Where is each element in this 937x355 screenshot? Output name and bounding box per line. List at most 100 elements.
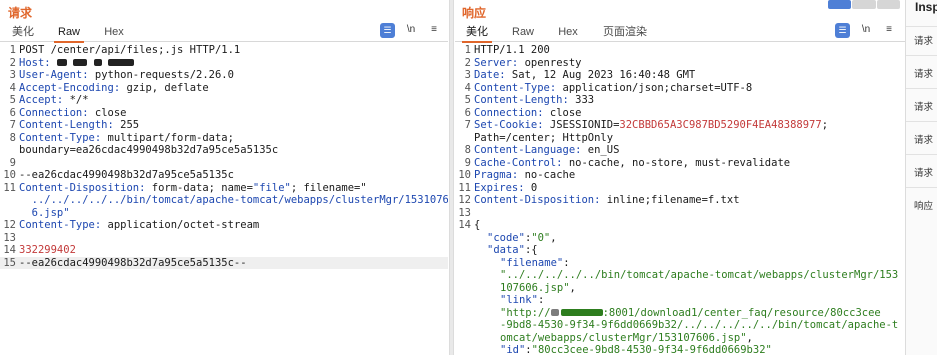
- code-line: 9: [0, 157, 448, 170]
- code-line: 4 Content-Type: application/json;charset=…: [455, 82, 905, 95]
- code-line: Path=/center; HttpOnly: [455, 132, 905, 145]
- code-text: --ea26cdac4990498b32d7a95ce5a5135c--: [19, 256, 247, 269]
- header-name: Connection:: [474, 106, 544, 119]
- response-pane: 响应 美化 Raw Hex 页面渲染 ☰ \n ≡ 1 HTTP/1.1 200 2…: [455, 0, 905, 355]
- header-name: Content-Type:: [19, 219, 102, 231]
- header-value: no-cache, no-store, must-revalidate: [562, 156, 791, 169]
- header-name: Content-Length:: [19, 119, 114, 131]
- line-number: 11: [458, 181, 471, 194]
- json-string: 107606.jsp": [500, 281, 570, 294]
- code-line: "data":{: [455, 244, 905, 257]
- request-editor[interactable]: 1 POST /center/api/files;.js HTTP/1.1 2 Hos…: [0, 44, 448, 269]
- redacted-ip: [550, 307, 603, 319]
- code-text: 332299402: [19, 244, 76, 256]
- inspector-item[interactable]: 请求: [914, 66, 933, 80]
- code-line: 1 HTTP/1.1 200: [455, 44, 905, 57]
- header-value: close: [88, 106, 127, 119]
- response-editor[interactable]: 1 HTTP/1.1 200 2 Server: openresty 3 Date: Sa…: [455, 44, 905, 355]
- code-line: "link":: [455, 294, 905, 307]
- code-text: POST /center/api/files;.js HTTP/1.1: [19, 44, 241, 56]
- tab-request-raw[interactable]: Raw: [54, 24, 84, 43]
- json-key: "id": [500, 344, 526, 355]
- json-string: "../../../../../bin/tomcat/apache-tomcat…: [500, 269, 899, 281]
- code-line: 4 Accept-Encoding: gzip, deflate: [0, 82, 448, 95]
- code-line: 2 Host:: [0, 57, 448, 70]
- header-name: Content-Type:: [19, 131, 102, 144]
- line-number: 11: [3, 181, 16, 194]
- message-icon[interactable]: ☰: [380, 23, 395, 38]
- layout-split-icon[interactable]: [828, 0, 852, 9]
- header-value: no-cache: [518, 169, 576, 181]
- layout-toggle[interactable]: [828, 0, 900, 9]
- punct: :: [563, 256, 570, 269]
- json-value: "80cc3cee-9bd8-4530-9f34-9f6dd0669b32": [531, 344, 772, 355]
- code-text: --ea26cdac4990498b32d7a95ce5a5135c: [19, 169, 234, 181]
- line-number: 2: [464, 56, 471, 69]
- inspector-item[interactable]: 响应: [914, 198, 933, 212]
- pane-divider[interactable]: [449, 0, 454, 355]
- code-line: ../../../../../bin/tomcat/apache-tomcat/…: [0, 194, 448, 207]
- code-line: omcat/webapps/clusterMgr/153107606.jsp",: [455, 332, 905, 345]
- tab-request-pretty[interactable]: 美化: [12, 24, 34, 42]
- code-line: 15 --ea26cdac4990498b32d7a95ce5a5135c--: [0, 256, 448, 269]
- json-value: "0": [531, 231, 551, 244]
- code-line: 8 Content-Type: multipart/form-data;: [0, 132, 448, 145]
- line-number: 8: [464, 144, 471, 156]
- header-value: 333: [568, 94, 595, 106]
- line-number: 15: [3, 256, 16, 269]
- header-value: inline;filename=f.txt: [600, 194, 740, 206]
- json-key: "data": [487, 244, 525, 256]
- tab-response-raw[interactable]: Raw: [512, 24, 534, 42]
- header-name: Content-Length:: [474, 94, 569, 106]
- header-value: JSESSIONID=: [543, 119, 620, 131]
- inspector-item[interactable]: 请求: [914, 165, 933, 179]
- redacted-host: [51, 57, 134, 69]
- code-line: 9 Cache-Control: no-cache, no-store, must…: [455, 157, 905, 170]
- code-line: 5 Accept: */*: [0, 94, 448, 107]
- header-name: Cache-Control:: [474, 156, 563, 169]
- code-text: boundary=ea26cdac4990498b32d7a95ce5a5135…: [19, 144, 279, 156]
- code-line: 11 Expires: 0: [455, 182, 905, 195]
- layout-horizontal-icon[interactable]: [852, 0, 876, 9]
- line-number: 13: [3, 231, 16, 244]
- code-line: 1 POST /center/api/files;.js HTTP/1.1: [0, 44, 448, 57]
- line-number: 12: [458, 194, 471, 206]
- line-number: 1: [464, 44, 471, 56]
- header-name: Date:: [474, 69, 506, 81]
- message-icon[interactable]: ☰: [835, 23, 850, 38]
- code-line: 11 Content-Disposition: form-data; name="…: [0, 182, 448, 195]
- punct: ,: [569, 281, 576, 294]
- json-key: "filename": [500, 256, 564, 269]
- punct: :: [537, 294, 545, 306]
- layout-single-icon[interactable]: [876, 0, 900, 9]
- code-line: 6.jsp": [0, 207, 448, 220]
- code-text: HTTP/1.1 200: [474, 44, 550, 56]
- menu-icon[interactable]: ≡: [428, 23, 440, 38]
- inspector-item[interactable]: 请求: [914, 99, 933, 113]
- header-name: Set-Cookie:: [474, 119, 544, 131]
- code-line: 8 Content-Language: en_US: [455, 144, 905, 157]
- code-line: 3 User-Agent: python-requests/2.26.0: [0, 69, 448, 82]
- tab-response-hex[interactable]: Hex: [557, 24, 579, 42]
- inspector-item[interactable]: 请求: [914, 132, 933, 146]
- header-name: Host:: [19, 56, 51, 69]
- inspector-title: Insp: [915, 0, 937, 14]
- menu-icon[interactable]: ≡: [883, 23, 895, 38]
- tab-request-hex[interactable]: Hex: [103, 24, 125, 42]
- code-line: 12 Content-Disposition: inline;filename=f…: [455, 194, 905, 207]
- line-number: 3: [464, 69, 471, 81]
- newline-toggle[interactable]: \n: [404, 23, 418, 38]
- code-text: ../../../../../bin/tomcat/apache-tomcat/…: [19, 194, 448, 206]
- code-line: "filename":: [455, 257, 905, 270]
- code-line: "code":"0",: [455, 232, 905, 245]
- code-line: 14{: [455, 219, 905, 232]
- code-line: 13: [455, 207, 905, 220]
- code-line: 7 Content-Length: 255: [0, 119, 448, 132]
- tab-response-pretty[interactable]: 美化: [462, 24, 492, 43]
- json-string: "http://: [500, 306, 551, 319]
- line-number: 10: [3, 169, 16, 181]
- header-value: multipart/form-data;: [101, 131, 234, 144]
- newline-toggle[interactable]: \n: [859, 23, 873, 38]
- tab-response-render[interactable]: 页面渲染: [603, 24, 647, 42]
- inspector-item[interactable]: 请求: [914, 33, 933, 47]
